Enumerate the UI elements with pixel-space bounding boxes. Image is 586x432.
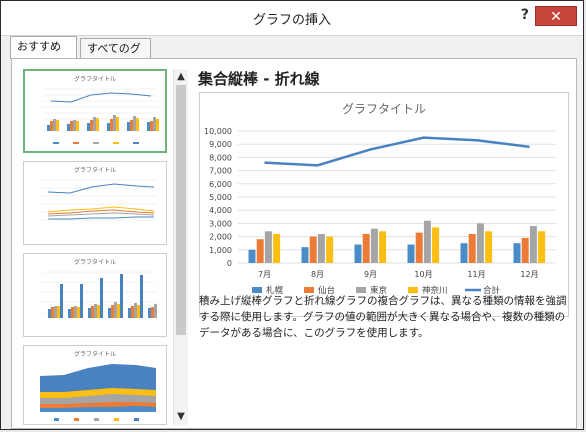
- x-tick-label: 10月: [414, 270, 432, 279]
- thumbnail-title: グラフタイトル: [73, 259, 116, 266]
- line-mini-chart: [42, 179, 156, 221]
- bar-東京: [476, 223, 484, 263]
- bar-神奈川: [273, 233, 281, 263]
- bar-札幌: [301, 247, 309, 263]
- thumbnail-title: グラフタイトル: [73, 351, 116, 358]
- bar-仙台: [521, 237, 529, 263]
- x-tick-label: 11月: [467, 270, 485, 279]
- y-tick-label: 3,000: [209, 219, 232, 228]
- selected-chart-type-title: 集合縦棒 - 折れ線: [198, 70, 320, 88]
- thumbnail-title: グラフタイトル: [73, 76, 116, 83]
- y-tick-label: 10,000: [204, 127, 232, 136]
- bar-札幌: [407, 244, 415, 263]
- thumbnail-combo[interactable]: グラフタイトル: [23, 69, 167, 153]
- y-tick-label: 0: [227, 259, 232, 268]
- bar-神奈川: [432, 227, 440, 263]
- bar-神奈川: [379, 231, 387, 263]
- bar-仙台: [362, 233, 370, 263]
- insert-chart-dialog: グラフの挿入 ? ✕ おすすめグラフ すべてのグラフ グラフタイトル: [0, 0, 584, 430]
- thumbnail-title: グラフタイトル: [73, 167, 116, 174]
- bar-札幌: [354, 244, 362, 263]
- bar-札幌: [460, 243, 468, 263]
- x-tick-label: 9月: [364, 270, 377, 279]
- chart-preview: グラフタイトル 0 1,000 2,000 3,000 4,000 5,000 6,000 7…: [199, 92, 569, 317]
- y-tick-label: 1,000: [209, 246, 232, 255]
- bar-札幌: [248, 249, 256, 263]
- x-tick-label: 12月: [520, 270, 538, 279]
- combo-mini-chart: [43, 88, 159, 144]
- x-tick-label: 7月: [258, 270, 271, 279]
- thumbnail-clustered-column[interactable]: グラフタイトル: [23, 253, 167, 337]
- recommended-chart-list[interactable]: グラフタイトル グラフタイトル グラフタイトル グラフタイトル: [22, 69, 184, 425]
- line-合計: [264, 136, 530, 167]
- bar-神奈川: [538, 231, 546, 263]
- thumbnail-line[interactable]: グラフタイトル: [23, 161, 167, 245]
- thumbnail-stacked-area[interactable]: グラフタイトル: [23, 345, 167, 425]
- y-tick-label: 9,000: [209, 140, 232, 149]
- x-tick-label: 8月: [311, 270, 324, 279]
- chart-title: グラフタイトル: [342, 102, 426, 116]
- close-button[interactable]: ✕: [535, 6, 577, 26]
- bar-東京: [423, 220, 431, 263]
- combo-chart-svg: グラフタイトル 0 1,000 2,000 3,000 4,000 5,000 6,000 7…: [204, 102, 556, 296]
- scroll-down-arrow-icon[interactable]: ▼: [174, 411, 188, 423]
- y-tick-label: 8,000: [209, 153, 232, 162]
- bar-札幌: [513, 243, 521, 263]
- bar-東京: [264, 231, 272, 263]
- bar-仙台: [309, 236, 317, 263]
- bar-仙台: [256, 239, 264, 263]
- help-button[interactable]: ?: [521, 7, 529, 23]
- title-bar: グラフの挿入 ? ✕: [1, 1, 583, 36]
- tab-recommended-charts[interactable]: おすすめグラフ: [10, 36, 77, 73]
- scroll-up-arrow-icon[interactable]: ▲: [174, 71, 188, 83]
- bar-神奈川: [326, 236, 334, 263]
- bar-仙台: [468, 233, 476, 263]
- tab-all-charts[interactable]: すべてのグラフ: [80, 38, 151, 75]
- bar-東京: [317, 233, 325, 263]
- tab-panel: グラフタイトル グラフタイトル グラフタイトル グラフタイトル ▲ ▼ 集合縦棒…: [11, 58, 577, 429]
- bar-東京: [529, 226, 537, 263]
- y-tick-label: 4,000: [209, 206, 232, 215]
- y-tick-label: 5,000: [209, 193, 232, 202]
- dialog-title: グラフの挿入: [252, 13, 331, 28]
- y-tick-label: 2,000: [209, 233, 232, 242]
- bar-神奈川: [485, 231, 493, 263]
- column-mini-chart: [42, 271, 157, 318]
- bar-仙台: [415, 232, 423, 263]
- bar-東京: [370, 228, 378, 263]
- thumbnail-scrollbar[interactable]: ▲ ▼: [173, 69, 188, 425]
- chart-description: 積み上げ縦棒グラフと折れ線グラフの複合グラフは、異なる種類の情報を強調する際に使…: [199, 295, 567, 339]
- y-tick-label: 6,000: [209, 180, 232, 189]
- scrollbar-thumb[interactable]: [176, 85, 186, 335]
- y-tick-label: 7,000: [209, 167, 232, 176]
